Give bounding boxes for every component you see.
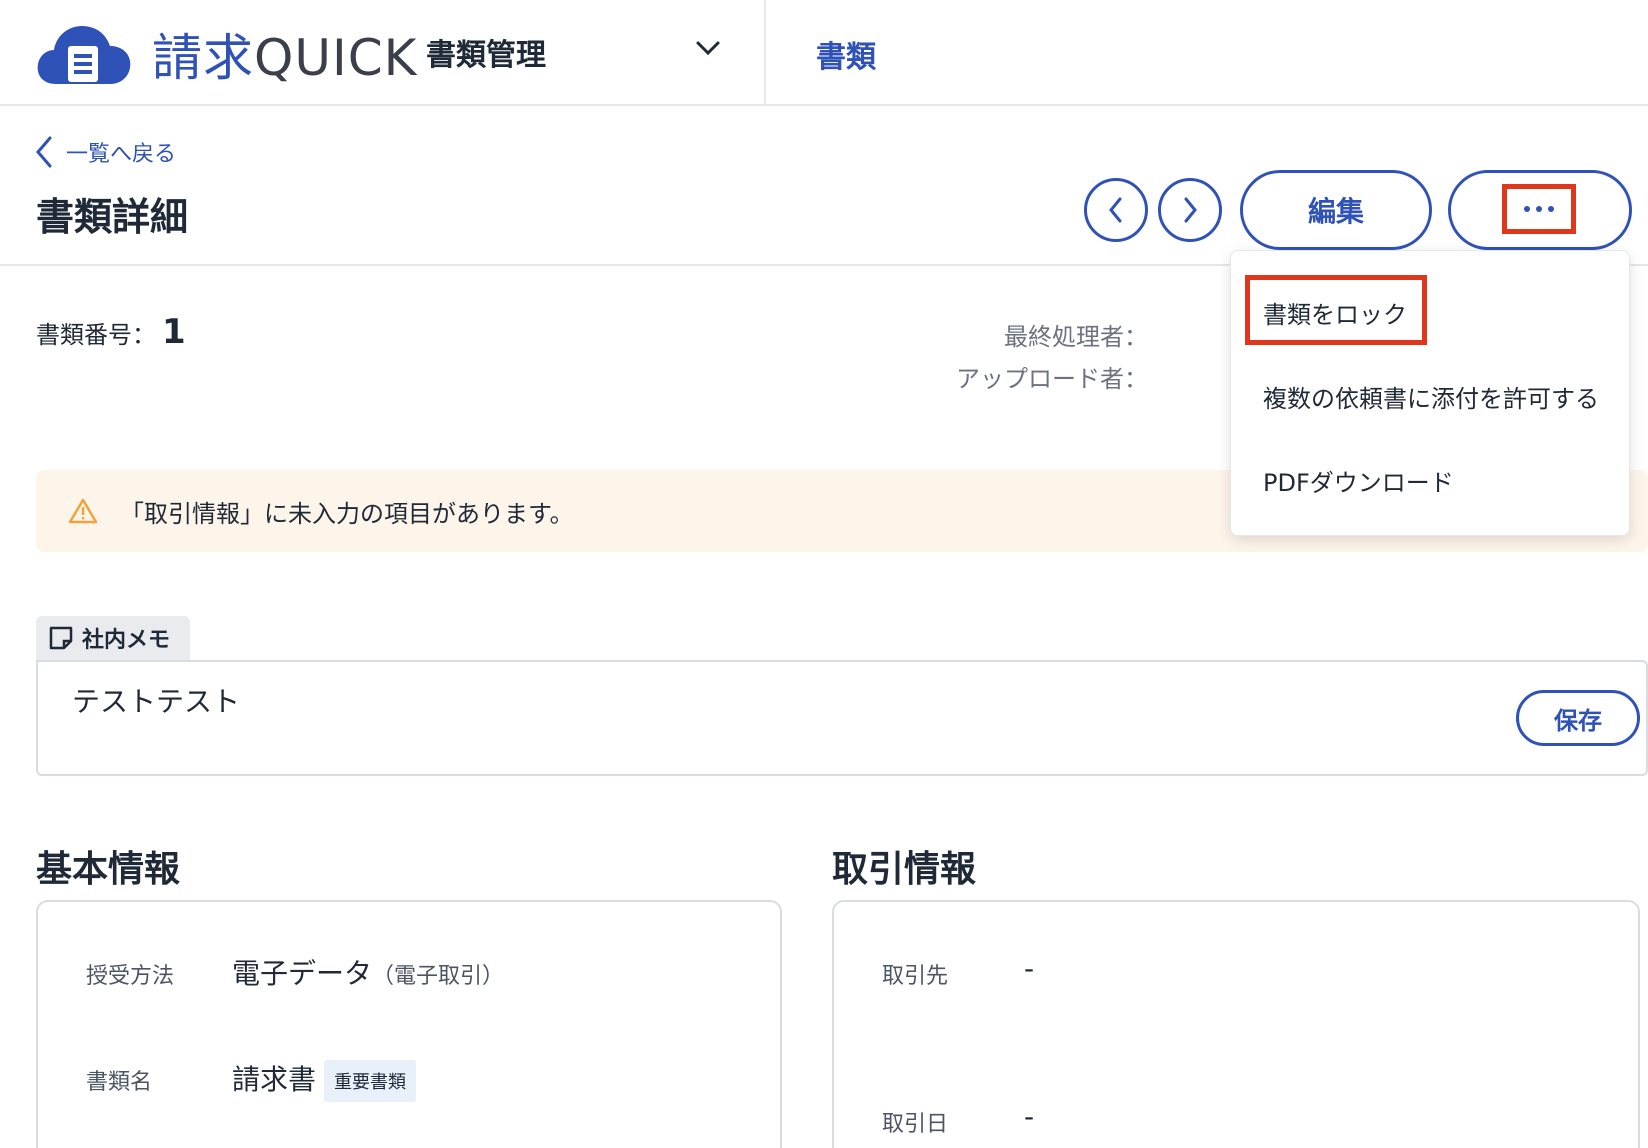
page-title: 書類詳細 (36, 195, 189, 239)
document-number-value: 1 (162, 312, 186, 352)
menu-item-lock-document[interactable]: 書類をロック (1263, 295, 1407, 330)
memo-input[interactable]: テストテスト (36, 660, 1648, 776)
document-number-label: 書類番号： (36, 321, 156, 349)
last-processor-label: 最終処理者： (1004, 323, 1148, 351)
more-highlight (1502, 184, 1576, 234)
field-label: 授受方法 (86, 964, 175, 989)
chevron-down-icon[interactable] (694, 34, 722, 62)
app-header: 請求QUICK 書類管理 書類 (0, 0, 1648, 106)
logo-text-en: QUICK (254, 29, 418, 87)
header-divider (764, 0, 766, 106)
field-value: - (1024, 1100, 1035, 1133)
field-value: - (1024, 952, 1035, 985)
memo-text: テストテスト (72, 685, 241, 718)
menu-item-pdf-download[interactable]: PDFダウンロード (1263, 463, 1454, 498)
nav-tab-documents[interactable]: 書類 (816, 32, 876, 76)
next-document-button[interactable] (1158, 178, 1222, 242)
edit-button[interactable]: 編集 (1240, 170, 1432, 250)
warning-triangle-icon (68, 498, 98, 524)
basic-info-card: 授受方法 電子データ（電子取引） 書類名 請求書 重要書類 (36, 900, 782, 1148)
field-value-sub: （電子取引） (372, 964, 505, 989)
cloud-document-icon (34, 20, 134, 88)
field-value-text: 電子データ (232, 957, 373, 990)
prev-document-button[interactable] (1084, 178, 1148, 242)
app-select[interactable]: 書類管理 (426, 30, 546, 74)
note-icon (49, 626, 73, 650)
chevron-right-icon (1184, 197, 1197, 223)
chevron-left-icon (1109, 197, 1122, 223)
warning-text: 「取引情報」に未入力の項目があります。 (120, 499, 574, 528)
app-logo[interactable]: 請求QUICK (34, 18, 417, 90)
transaction-info-card: 取引先 - 取引日 - (832, 900, 1640, 1148)
field-label: 取引日 (882, 1112, 949, 1137)
ellipsis-icon (1524, 206, 1554, 212)
field-value-text: 請求書 (232, 1063, 317, 1096)
document-meta: 最終処理者： アップロード者： (956, 316, 1148, 400)
menu-item-allow-multiple-attach[interactable]: 複数の依頼書に添付を許可する (1263, 379, 1599, 414)
logo-text: 請求QUICK (152, 18, 417, 90)
logo-text-jp: 請求 (152, 29, 254, 87)
basic-info-title: 基本情報 (36, 849, 181, 890)
chevron-left-icon (36, 136, 52, 168)
important-badge: 重要書類 (324, 1060, 417, 1102)
save-memo-button[interactable]: 保存 (1516, 690, 1640, 746)
document-number: 書類番号： 1 (36, 312, 186, 352)
transaction-info-title: 取引情報 (832, 849, 977, 890)
uploader-label: アップロード者： (956, 365, 1148, 393)
field-value: 請求書 重要書類 (232, 1058, 417, 1102)
field-label: 書類名 (86, 1070, 153, 1095)
field-value: 電子データ（電子取引） (232, 952, 504, 992)
memo-tab: 社内メモ (36, 616, 190, 660)
field-label: 取引先 (882, 964, 949, 989)
more-actions-menu: 書類をロック 複数の依頼書に添付を許可する PDFダウンロード (1230, 250, 1630, 536)
back-link-label: 一覧へ戻る (66, 142, 177, 167)
back-link[interactable]: 一覧へ戻る (34, 136, 176, 168)
memo-tab-label: 社内メモ (82, 628, 171, 653)
